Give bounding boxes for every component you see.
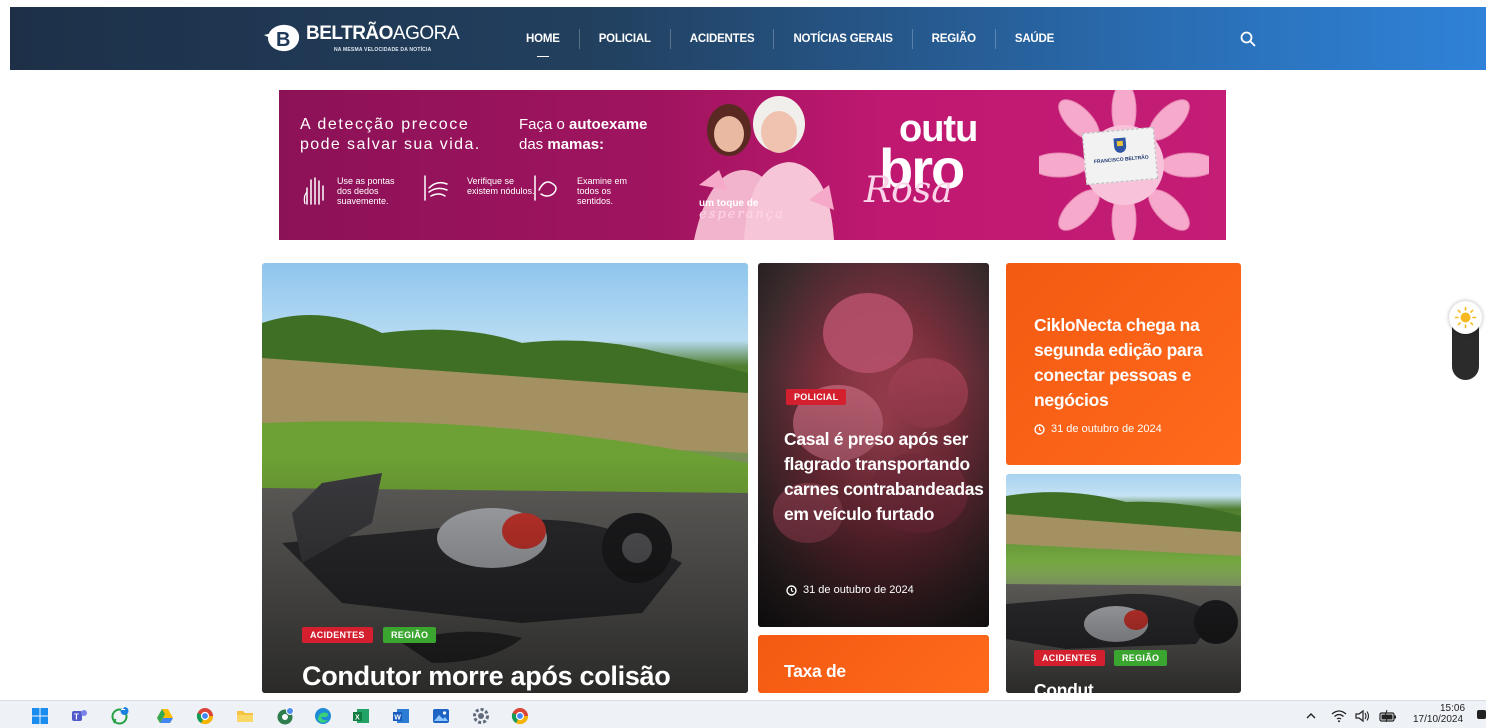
svg-text:B: B xyxy=(276,29,290,51)
hand-fingertips-icon xyxy=(303,177,324,205)
banner-line-1: A detecção precoce xyxy=(300,116,470,133)
svg-text:W: W xyxy=(394,715,401,722)
nav-saude[interactable]: SAÚDE xyxy=(994,29,1073,49)
category-badge-policial[interactable]: POLICIAL xyxy=(786,389,847,405)
hand-examine-icon xyxy=(534,175,557,201)
article-title-condutor-small[interactable]: Condut xyxy=(1034,680,1094,693)
teams-icon[interactable]: T xyxy=(70,707,88,725)
logo-tagline: NA MESMA VELOCIDADE DA NOTÍCIA xyxy=(334,47,432,53)
wifi-icon[interactable] xyxy=(1331,709,1347,723)
banner-step-3: Examine em todos os sentidos. xyxy=(577,176,628,206)
taskbar-date[interactable]: 17/10/2024 xyxy=(1413,714,1463,725)
article-card-condutor-small[interactable]: ACIDENTES REGIÃO Condut xyxy=(1006,474,1241,693)
settings-icon[interactable] xyxy=(472,707,490,725)
category-badge-regiao[interactable]: REGIÃO xyxy=(1114,650,1168,666)
logo-b-icon: B xyxy=(264,24,300,52)
speaker-icon[interactable] xyxy=(1354,709,1370,723)
main-nav: HOME POLICIAL ACIDENTES NOTÍCIAS GERAIS … xyxy=(507,27,1073,57)
word-icon[interactable]: W xyxy=(392,707,410,725)
windows-start-icon[interactable] xyxy=(31,707,49,725)
article-date: 31 de outubro de 2024 xyxy=(1034,423,1162,435)
search-icon[interactable] xyxy=(1239,30,1257,48)
site-logo[interactable]: B BELTRÃOAGORA NA MESMA VELOCIDADE DA NO… xyxy=(264,21,464,57)
banner-step-2: Verifique se existem nódulos. xyxy=(467,176,535,196)
article-title-ciklonecta[interactable]: CikloNecta chega na segunda edição para … xyxy=(1034,313,1234,413)
hand-check-icon xyxy=(424,175,448,201)
banner-cta-2: das mamas: xyxy=(519,136,605,153)
banner-rosa: Rosa xyxy=(864,170,953,211)
banner-esperanca: esperança xyxy=(699,207,785,222)
excel-icon[interactable]: X xyxy=(352,707,370,725)
chevron-up-icon[interactable] xyxy=(1305,711,1317,721)
article-card-ciklonecta[interactable]: CikloNecta chega na segunda edição para … xyxy=(1006,263,1241,465)
category-badge-acidentes[interactable]: ACIDENTES xyxy=(302,627,373,643)
article-card-taxa[interactable]: Taxa de xyxy=(758,635,989,693)
nav-home[interactable]: HOME xyxy=(507,29,579,57)
category-badge-regiao[interactable]: REGIÃO xyxy=(383,627,437,643)
svg-text:T: T xyxy=(74,713,79,722)
browser-viewport: B BELTRÃOAGORA NA MESMA VELOCIDADE DA NO… xyxy=(0,0,1486,728)
category-badge-acidentes[interactable]: ACIDENTES xyxy=(1034,650,1105,666)
notification-icon[interactable] xyxy=(1477,708,1486,722)
city-crest-icon xyxy=(1113,137,1127,153)
edge-icon[interactable] xyxy=(314,707,332,725)
banner-cta-1: Faça o autoexame xyxy=(519,116,648,133)
battery-icon[interactable] xyxy=(1379,709,1397,723)
chrome-profile-icon[interactable] xyxy=(276,707,294,725)
windows-taskbar: T 2 X W 15:06 17/10/2024 xyxy=(0,700,1486,728)
nav-noticias-gerais[interactable]: NOTÍCIAS GERAIS xyxy=(773,29,911,49)
article-title-taxa[interactable]: Taxa de xyxy=(784,661,846,682)
svg-text:X: X xyxy=(355,715,360,722)
nav-policial[interactable]: POLICIAL xyxy=(578,29,670,49)
chrome-icon[interactable] xyxy=(196,707,214,725)
prefeitura-seal: FRANCISCO BELTRÃO xyxy=(1081,126,1159,186)
whatsapp-icon[interactable] xyxy=(111,707,129,725)
theme-toggle[interactable] xyxy=(1449,301,1482,334)
featured-article-title[interactable]: Condutor morre após colisão xyxy=(302,661,671,692)
chrome-alt-icon[interactable] xyxy=(511,707,529,725)
google-drive-icon[interactable] xyxy=(156,707,174,725)
article-card-casal-preso[interactable]: POLICIAL Casal é preso após ser flagrado… xyxy=(758,263,989,627)
banner-line-2: pode salvar sua vida. xyxy=(300,136,481,153)
outubro-rosa-banner[interactable]: A detecção precoce pode salvar sua vida.… xyxy=(279,90,1226,240)
taskbar-time[interactable]: 15:06 xyxy=(1440,703,1465,714)
whatsapp-unread-badge: 2 xyxy=(121,703,126,712)
file-explorer-icon[interactable] xyxy=(236,707,254,725)
logo-wordmark: BELTRÃOAGORA xyxy=(306,23,460,44)
article-date: 31 de outubro de 2024 xyxy=(786,584,914,596)
nav-regiao[interactable]: REGIÃO xyxy=(911,29,995,49)
featured-article-card[interactable]: ACIDENTES REGIÃO Condutor morre após col… xyxy=(262,263,748,693)
sun-icon xyxy=(1454,306,1477,329)
nav-acidentes[interactable]: ACIDENTES xyxy=(669,29,774,49)
clock-icon xyxy=(786,584,797,596)
banner-step-1: Use as pontas dos dedos suavemente. xyxy=(337,176,395,206)
clock-icon xyxy=(1034,423,1045,435)
article-title-casal-preso[interactable]: Casal é preso após ser flagrado transpor… xyxy=(784,427,984,527)
site-header: B BELTRÃOAGORA NA MESMA VELOCIDADE DA NO… xyxy=(10,7,1486,70)
photos-icon[interactable] xyxy=(432,707,450,725)
